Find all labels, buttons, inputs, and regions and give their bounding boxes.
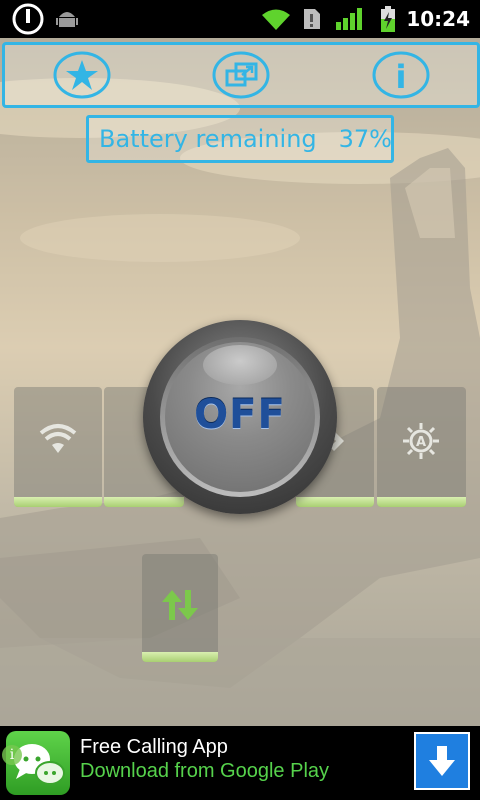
brightness-auto-glyph: A: [416, 435, 426, 450]
data-sync-toggle[interactable]: [142, 554, 218, 662]
toggle-slot-indicator: [104, 497, 184, 507]
power-icon: [8, 0, 48, 38]
wifi-toggle-indicator: [14, 497, 102, 507]
brightness-auto-icon: A: [401, 421, 441, 461]
wifi-icon: [258, 0, 294, 38]
battery-charging-icon: [376, 0, 400, 38]
download-arrow-icon: [429, 746, 455, 776]
android-debug-icon: [52, 0, 82, 38]
favorite-button[interactable]: [53, 51, 111, 99]
sd-card-icon: [300, 0, 324, 38]
status-clock: 10:24: [406, 7, 470, 31]
power-off-button[interactable]: OFF: [143, 320, 337, 514]
top-toolbar: i: [2, 42, 480, 108]
ad-title[interactable]: Free Calling App: [80, 736, 228, 759]
info-icon: i: [372, 51, 430, 99]
ad-subtitle[interactable]: Download from Google Play: [80, 760, 329, 783]
widgets-button[interactable]: [212, 51, 270, 99]
brightness-toggle[interactable]: A: [377, 387, 466, 507]
ad-download-button[interactable]: [414, 732, 470, 790]
battery-remaining-box: Battery remaining 37%: [86, 115, 394, 163]
data-sync-icon: [160, 588, 200, 622]
info-button[interactable]: i: [372, 51, 430, 99]
battery-percent: 37%: [338, 125, 392, 153]
status-bar: 10:24: [0, 0, 480, 38]
wifi-icon: [38, 423, 78, 455]
signal-icon: [334, 0, 364, 38]
battery-label: Battery remaining: [99, 125, 317, 153]
star-icon: [53, 51, 111, 99]
data-sync-toggle-indicator: [142, 652, 218, 662]
power-button-gloss: [203, 345, 277, 385]
ad-info-icon[interactable]: i: [2, 745, 22, 765]
brightness-toggle-indicator: [377, 497, 466, 507]
rotate-toggle-indicator: [296, 497, 374, 507]
external-window-icon: [212, 51, 270, 99]
power-button-label: OFF: [194, 392, 286, 438]
wifi-toggle[interactable]: [14, 387, 102, 507]
info-glyph: i: [396, 58, 407, 96]
ad-banner[interactable]: Free Calling App Download from Google Pl…: [0, 726, 480, 800]
